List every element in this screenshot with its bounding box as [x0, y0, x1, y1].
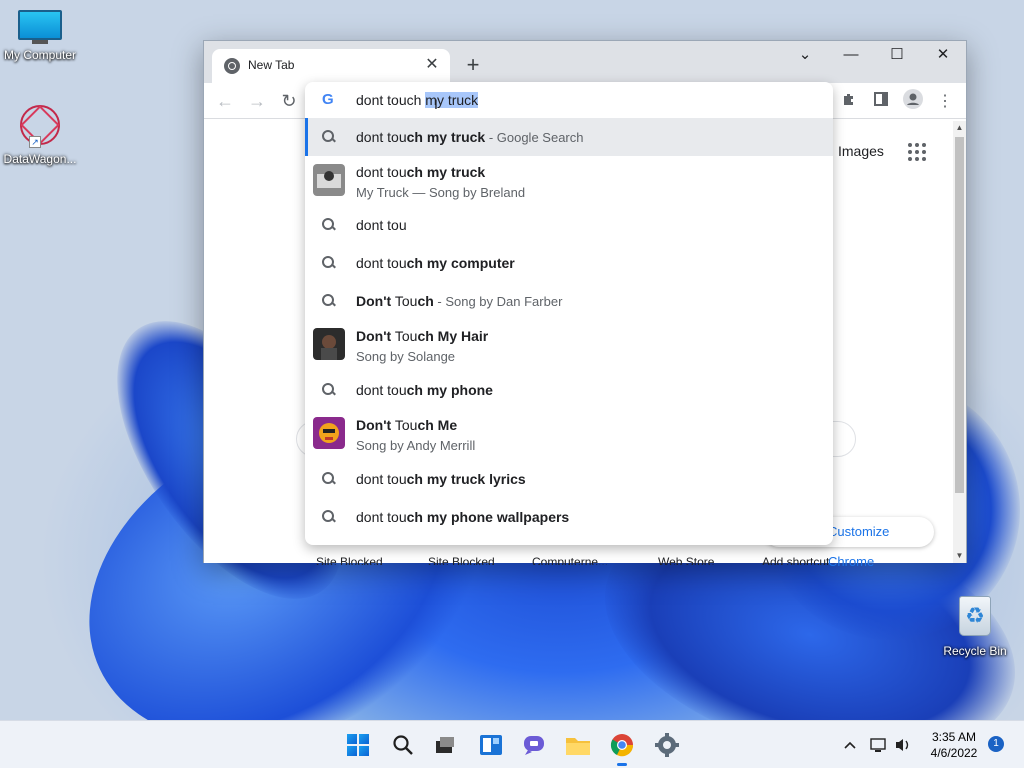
shortcut-tile[interactable]: Add shortcut: [762, 555, 829, 565]
google-g-icon: G: [322, 91, 334, 108]
tab-close-icon[interactable]: ✕: [422, 55, 442, 75]
suggestion-item[interactable]: dont touch my truck - Google Search: [305, 118, 833, 156]
forward-button[interactable]: →: [244, 89, 270, 115]
profile-icon[interactable]: [900, 89, 926, 115]
search-icon: [321, 471, 337, 487]
desktop-icon-label: DataWagon...: [3, 152, 77, 166]
scrollbar-thumb[interactable]: [955, 137, 964, 493]
address-bar[interactable]: G dont touch my truck: [305, 82, 833, 118]
volume-icon[interactable]: [890, 729, 916, 761]
tab-title: New Tab: [248, 58, 295, 72]
desktop-icon-label: My Computer: [3, 48, 77, 62]
datawagon-icon: ↗: [17, 102, 63, 148]
song-thumbnail-icon: [313, 328, 345, 360]
chevron-up-icon[interactable]: [836, 729, 864, 761]
extensions-icon[interactable]: [836, 89, 862, 115]
task-view-icon[interactable]: [429, 729, 461, 761]
settings-icon[interactable]: [651, 729, 683, 761]
search-icon: [321, 509, 337, 525]
chat-icon[interactable]: [518, 729, 550, 761]
desktop-icon-my-computer[interactable]: My Computer: [0, 10, 80, 62]
network-icon[interactable]: [866, 729, 892, 761]
desktop-icon-recycle-bin[interactable]: ♻ Recycle Bin: [935, 596, 1015, 658]
desktop-icon-label: Recycle Bin: [943, 644, 1007, 658]
address-bar-text[interactable]: dont touch my truck: [356, 92, 479, 108]
scroll-up-icon[interactable]: ▲: [953, 121, 966, 135]
suggestion-item[interactable]: Don't Touch - Song by Dan Farber: [305, 282, 833, 320]
title-bar: New Tab ✕ + ⌄ — ☐ ✕: [204, 41, 966, 83]
page-scrollbar[interactable]: ▲ ▼: [953, 121, 966, 563]
close-window-button[interactable]: ✕: [920, 41, 966, 71]
search-icon: [321, 293, 337, 309]
shortcut-tile[interactable]: Web Store: [658, 555, 714, 565]
google-apps-icon[interactable]: [908, 143, 926, 161]
suggestion-item[interactable]: Don't Touch My Hair Song by Solange: [305, 320, 833, 366]
shortcut-tile[interactable]: Site Blocked: [428, 555, 495, 565]
suggestion-item[interactable]: dont touch my phone wallpapers: [305, 498, 833, 536]
shortcut-tile[interactable]: Computerne...: [532, 555, 608, 565]
new-tab-button[interactable]: +: [460, 53, 486, 79]
search-icon: [321, 382, 337, 398]
clock-time: 3:35 AM: [931, 730, 977, 744]
text-cursor-icon: I: [434, 96, 438, 112]
recycle-bin-icon: ♻: [957, 596, 993, 640]
scroll-down-icon[interactable]: ▼: [953, 549, 966, 563]
back-button[interactable]: ←: [212, 89, 238, 115]
notification-badge[interactable]: 1: [988, 736, 1004, 752]
chrome-icon[interactable]: [606, 729, 638, 766]
reload-button[interactable]: ↻: [276, 89, 302, 115]
suggestion-item[interactable]: dont touch my truck lyrics: [305, 460, 833, 498]
suggestion-item[interactable]: Don't Touch Me Song by Andy Merrill: [305, 409, 833, 455]
clock[interactable]: 3:35 AM 4/6/2022: [916, 729, 992, 761]
search-icon[interactable]: [387, 729, 419, 761]
shortcut-tile[interactable]: Site Blocked: [316, 555, 383, 565]
omnibox-dropdown: G dont touch my truck dont touch my truc…: [305, 82, 833, 545]
taskbar: 3:35 AM 4/6/2022: [0, 720, 1024, 768]
suggestion-item[interactable]: dont tou: [305, 206, 833, 244]
suggestion-item[interactable]: dont touch my computer: [305, 244, 833, 282]
suggestion-item[interactable]: dont touch my phone: [305, 371, 833, 409]
chrome-menu-button[interactable]: ⋮: [932, 89, 958, 115]
chrome-favicon-icon: [224, 58, 240, 74]
desktop-icon-datawagon[interactable]: ↗ DataWagon...: [0, 102, 80, 166]
tab-search-button[interactable]: ⌄: [782, 41, 828, 71]
shortcuts-row: Site Blocked Site Blocked Computerne... …: [304, 555, 864, 565]
search-icon: [321, 217, 337, 233]
side-panel-icon[interactable]: [868, 89, 894, 115]
start-icon[interactable]: [342, 729, 374, 761]
file-explorer-icon[interactable]: [562, 729, 594, 761]
search-icon: [321, 255, 337, 271]
song-thumbnail-icon: [313, 417, 345, 449]
search-icon: [321, 129, 337, 145]
clock-date: 4/6/2022: [930, 746, 978, 760]
monitor-icon: [18, 10, 62, 44]
widgets-icon[interactable]: [475, 729, 507, 761]
tab-new-tab[interactable]: New Tab ✕: [212, 49, 450, 83]
images-link[interactable]: Images: [838, 143, 884, 159]
suggestion-item[interactable]: dont touch my truck My Truck — Song by B…: [305, 156, 833, 202]
shortcut-arrow-icon: ↗: [29, 136, 41, 148]
minimize-button[interactable]: —: [828, 41, 874, 71]
maximize-button[interactable]: ☐: [874, 41, 920, 71]
song-thumbnail-icon: [313, 164, 345, 196]
